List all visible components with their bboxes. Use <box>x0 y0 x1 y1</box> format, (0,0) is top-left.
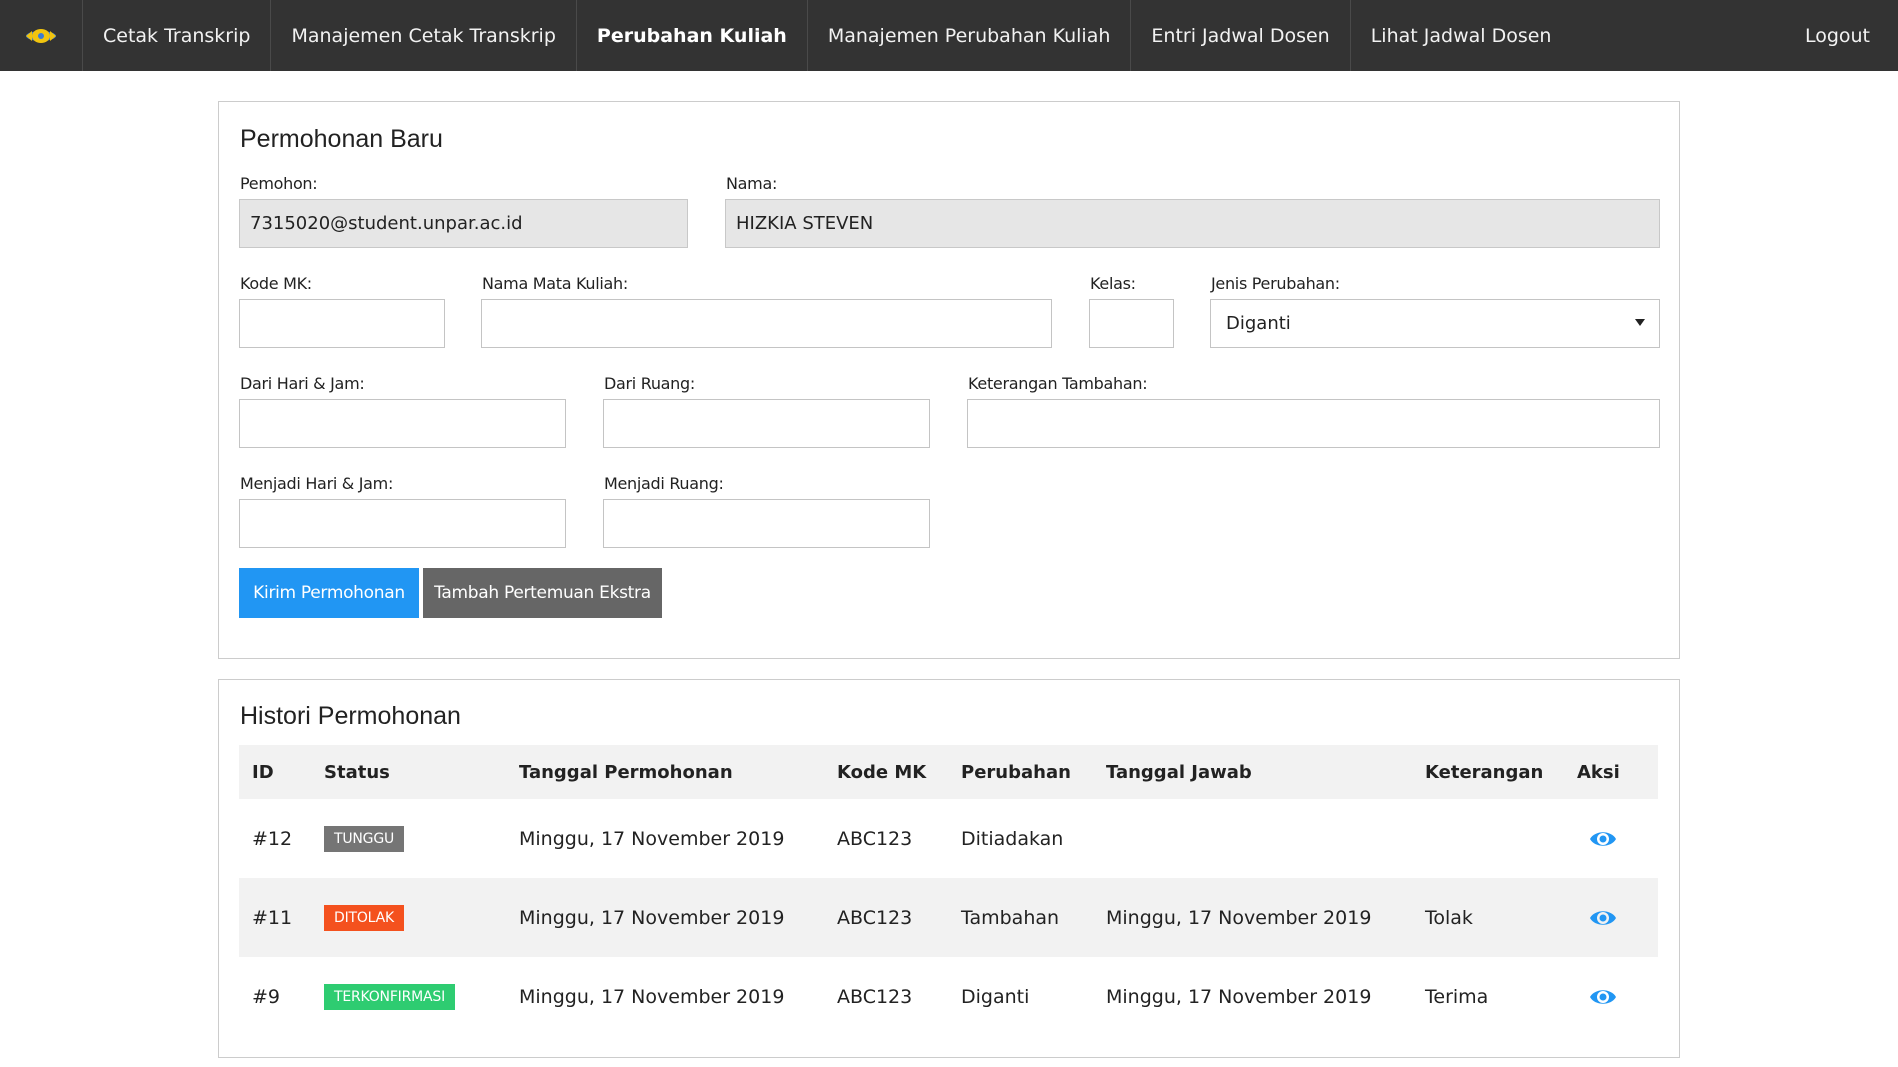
eye-icon[interactable] <box>1589 987 1617 1007</box>
col-status: Status <box>324 761 390 783</box>
dari-hari-input[interactable] <box>239 399 566 448</box>
row-id: #12 <box>252 827 293 850</box>
col-keterangan: Keterangan <box>1425 761 1544 783</box>
top-navbar: Cetak Transkrip Manajemen Cetak Transkri… <box>0 0 1898 71</box>
row-tanggal: Minggu, 17 November 2019 <box>519 827 785 850</box>
row-tanggal-jawab: Minggu, 17 November 2019 <box>1106 985 1372 1008</box>
dari-ruang-label: Dari Ruang: <box>604 374 695 393</box>
caret-down-icon <box>1635 319 1645 326</box>
row-tanggal: Minggu, 17 November 2019 <box>519 985 785 1008</box>
row-perubahan: Tambahan <box>961 906 1060 929</box>
menjadi-hari-label: Menjadi Hari & Jam: <box>240 474 394 493</box>
eye-icon[interactable] <box>1589 829 1617 849</box>
jenis-perubahan-select[interactable]: Diganti <box>1210 299 1660 348</box>
col-aksi: Aksi <box>1577 761 1620 783</box>
status-badge: TERKONFIRMASI <box>324 983 456 1010</box>
menjadi-ruang-input[interactable] <box>603 499 930 548</box>
nama-field[interactable] <box>725 199 1660 248</box>
row-kode: ABC123 <box>837 827 913 850</box>
kelas-label: Kelas: <box>1090 274 1136 293</box>
col-tanggal-jawab: Tanggal Jawab <box>1106 761 1252 783</box>
logout-link[interactable]: Logout <box>1805 0 1870 71</box>
nav-lihat-jadwal-dosen[interactable]: Lihat Jadwal Dosen <box>1351 0 1572 71</box>
keterangan-input[interactable] <box>967 399 1660 448</box>
menjadi-hari-input[interactable] <box>239 499 566 548</box>
row-perubahan: Ditiadakan <box>961 827 1064 850</box>
history-table: ID Status Tanggal Permohonan Kode MK Per… <box>239 745 1658 1036</box>
nav-entri-jadwal-dosen[interactable]: Entri Jadwal Dosen <box>1131 0 1351 71</box>
table-row: #12 TUNGGU Minggu, 17 November 2019 ABC1… <box>239 799 1658 878</box>
jenis-perubahan-label: Jenis Perubahan: <box>1211 274 1340 293</box>
status-badge: TUNGGU <box>324 825 405 852</box>
pemohon-label: Pemohon: <box>240 174 318 193</box>
table-header: ID Status Tanggal Permohonan Kode MK Per… <box>239 745 1658 799</box>
table-row: #11 DITOLAK Minggu, 17 November 2019 ABC… <box>239 878 1658 957</box>
row-id: #11 <box>252 906 293 929</box>
nav-manajemen-cetak-transkrip[interactable]: Manajemen Cetak Transkrip <box>271 0 577 71</box>
university-logo-icon <box>26 28 56 43</box>
brand-logo[interactable] <box>0 0 83 71</box>
row-tanggal: Minggu, 17 November 2019 <box>519 906 785 929</box>
nav-manajemen-perubahan-kuliah[interactable]: Manajemen Perubahan Kuliah <box>808 0 1132 71</box>
pemohon-field[interactable] <box>239 199 688 248</box>
tambah-pertemuan-ekstra-button[interactable]: Tambah Pertemuan Ekstra <box>423 568 662 618</box>
kode-mk-input[interactable] <box>239 299 445 348</box>
row-kode: ABC123 <box>837 906 913 929</box>
new-request-panel: Permohonan Baru Pemohon: Nama: Kode MK: … <box>218 101 1680 659</box>
nav-perubahan-kuliah[interactable]: Perubahan Kuliah <box>577 0 808 71</box>
dari-hari-label: Dari Hari & Jam: <box>240 374 365 393</box>
nama-mk-label: Nama Mata Kuliah: <box>482 274 628 293</box>
col-perubahan: Perubahan <box>961 761 1071 783</box>
row-keterangan: Tolak <box>1425 906 1473 929</box>
nama-label: Nama: <box>726 174 778 193</box>
col-id: ID <box>252 761 274 783</box>
menjadi-ruang-label: Menjadi Ruang: <box>604 474 724 493</box>
nama-mk-input[interactable] <box>481 299 1052 348</box>
row-tanggal-jawab: Minggu, 17 November 2019 <box>1106 906 1372 929</box>
row-perubahan: Diganti <box>961 985 1030 1008</box>
keterangan-label: Keterangan Tambahan: <box>968 374 1148 393</box>
row-keterangan: Terima <box>1425 985 1489 1008</box>
status-badge: DITOLAK <box>324 904 404 931</box>
history-panel: Histori Permohonan ID Status Tanggal Per… <box>218 679 1680 1058</box>
kelas-input[interactable] <box>1089 299 1174 348</box>
kode-mk-label: Kode MK: <box>240 274 312 293</box>
eye-icon[interactable] <box>1589 908 1617 928</box>
history-title: Histori Permohonan <box>240 702 461 730</box>
nav-cetak-transkrip[interactable]: Cetak Transkrip <box>83 0 272 71</box>
row-id: #9 <box>252 985 281 1008</box>
jenis-perubahan-value: Diganti <box>1226 313 1291 334</box>
dari-ruang-input[interactable] <box>603 399 930 448</box>
col-tanggal-permohonan: Tanggal Permohonan <box>519 761 733 783</box>
table-row: #9 TERKONFIRMASI Minggu, 17 November 201… <box>239 957 1658 1036</box>
col-kode-mk: Kode MK <box>837 761 927 783</box>
row-kode: ABC123 <box>837 985 913 1008</box>
kirim-permohonan-button[interactable]: Kirim Permohonan <box>239 568 419 618</box>
new-request-title: Permohonan Baru <box>240 125 443 153</box>
